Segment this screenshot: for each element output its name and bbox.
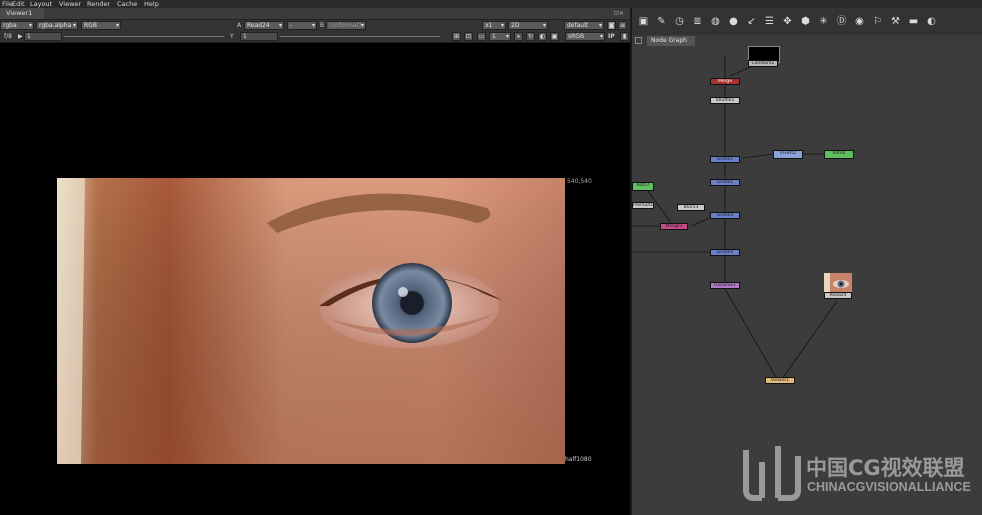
frame-dropdown[interactable]: 1: [489, 32, 511, 41]
menu-help[interactable]: Help: [144, 0, 159, 8]
lock-icon[interactable]: ◐: [538, 32, 547, 41]
view-mode-dropdown[interactable]: 2D: [508, 21, 548, 30]
pane-menu-icon[interactable]: [635, 37, 642, 44]
menu-edit[interactable]: Edit: [12, 0, 25, 8]
viewer-toolbar-top: rgba rgba.alpha RGB A Read24 - B (unform…: [0, 20, 630, 31]
gain-field[interactable]: 1: [24, 32, 62, 41]
colorspace-dropdown[interactable]: sRGB: [565, 32, 605, 41]
viewer-image: [57, 178, 565, 464]
refresh-icon[interactable]: ↻: [526, 32, 535, 41]
proxy-icon[interactable]: ▭: [477, 32, 486, 41]
deep-icon[interactable]: Ⓓ: [836, 16, 847, 27]
gain-slider[interactable]: [64, 36, 224, 37]
node-constant[interactable]: Constant2: [748, 60, 778, 67]
draw-icon[interactable]: ✎: [656, 16, 667, 27]
menu-layout[interactable]: Layout: [30, 0, 52, 8]
format-top-label: 540,540: [567, 178, 592, 185]
composite-mode-dropdown[interactable]: -: [287, 21, 317, 30]
viewer-tab-bar: [0, 8, 630, 20]
zoom-dropdown[interactable]: x1: [482, 21, 506, 30]
node-roto-right[interactable]: Roto6: [824, 150, 854, 159]
roi-icon[interactable]: ⊡: [464, 32, 473, 41]
layer-dropdown[interactable]: rgba.alpha: [36, 21, 78, 30]
viewer-toolbar-bottom: f/8 ▶ 1 Y 1 ⊞ ⊡ ▭ 1 ⏸ ↻ ◐ ▣ sRGB IP ▮: [0, 31, 630, 43]
watermark: 中国CG视效联盟 CHINACGVISIONALLIANCE: [740, 438, 980, 508]
menu-bar: File Edit Layout Viewer Render Cache Hel…: [0, 0, 982, 8]
pause-viewer-icon[interactable]: ▮: [620, 32, 629, 41]
node-grade4[interactable]: Grade4: [710, 249, 740, 256]
menu-cache[interactable]: Cache: [117, 0, 137, 8]
node-grade2[interactable]: Grade2: [710, 179, 740, 186]
node-grade3[interactable]: Grade3: [710, 212, 740, 219]
node-dissolve[interactable]: Dissolve1: [710, 282, 740, 289]
input-process-label[interactable]: IP: [608, 32, 615, 41]
other-icon[interactable]: ▬: [908, 16, 919, 27]
node-grade1[interactable]: Grade1: [710, 156, 740, 163]
b-input-label: B: [320, 22, 325, 29]
play-arrow-icon[interactable]: ▶: [18, 32, 23, 41]
b-input-dropdown[interactable]: (unformat): [326, 21, 366, 30]
metadata-icon[interactable]: ⚐: [872, 16, 883, 27]
gamma-label: Y: [230, 33, 234, 40]
tab-viewer1[interactable]: Viewer1: [0, 8, 44, 19]
node-merge-mid[interactable]: Merge3: [660, 223, 688, 230]
filter-icon[interactable]: ●: [728, 16, 739, 27]
toolsets-icon[interactable]: ⚒: [890, 16, 901, 27]
channel-icon[interactable]: ≣: [692, 16, 703, 27]
a-input-dropdown[interactable]: Read24: [244, 21, 284, 30]
read-node-thumbnail[interactable]: [824, 273, 852, 293]
node-invert[interactable]: Invert2: [773, 150, 803, 159]
menu-viewer[interactable]: Viewer: [59, 0, 81, 8]
furnace-icon[interactable]: ◐: [926, 16, 937, 27]
display-icon[interactable]: ▣: [550, 32, 559, 41]
a-input-label: A: [237, 22, 242, 29]
watermark-chinese-text: 中国CG视效联盟: [806, 456, 965, 480]
node-blur[interactable]: Blur13: [677, 204, 705, 211]
camera-icon[interactable]: ◙: [607, 21, 616, 30]
pause-icon[interactable]: ⏸: [514, 32, 523, 41]
fstop-label: f/8: [4, 33, 12, 40]
watermark-english-text: CHINACGVISIONALLIANCE: [807, 480, 971, 494]
settings-icon[interactable]: ≡: [618, 21, 627, 30]
watermark-logo-icon: [743, 446, 801, 501]
gamma-slider[interactable]: [280, 36, 440, 37]
menu-render[interactable]: Render: [87, 0, 110, 8]
transform-icon[interactable]: ✥: [782, 16, 793, 27]
particles-icon[interactable]: ✳: [818, 16, 829, 27]
image-icon[interactable]: ▣: [638, 16, 649, 27]
time-icon[interactable]: ◷: [674, 16, 685, 27]
clip-warning-icon[interactable]: ⊞: [452, 32, 461, 41]
lut-dropdown[interactable]: default: [564, 21, 604, 30]
panel-close-icon[interactable]: ⊡✕: [614, 9, 628, 18]
color-icon[interactable]: ◍: [710, 16, 721, 27]
display-channels-dropdown[interactable]: RGB: [81, 21, 121, 30]
node-shuffle[interactable]: Shuffle5: [710, 97, 740, 104]
node-viewer[interactable]: Viewer1: [765, 377, 795, 384]
gamma-field[interactable]: 1: [240, 32, 278, 41]
views-icon[interactable]: ◉: [854, 16, 865, 27]
node-premult[interactable]: Premult1: [632, 202, 654, 209]
merge-icon[interactable]: ☰: [764, 16, 775, 27]
keyer-icon[interactable]: ↙: [746, 16, 757, 27]
node-read[interactable]: Read24: [824, 292, 852, 299]
format-bottom-label: half1080: [565, 456, 592, 463]
tab-node-graph[interactable]: Node Graph: [647, 36, 695, 46]
node-roto-left[interactable]: Roto7: [632, 182, 654, 191]
nodes-toolbar: ▣ ✎ ◷ ≣ ◍ ● ↙ ☰ ✥ ⬢ ✳ Ⓓ ◉ ⚐ ⚒ ▬ ◐: [632, 8, 982, 35]
3d-icon[interactable]: ⬢: [800, 16, 811, 27]
node-merge-top[interactable]: Merge: [710, 78, 740, 85]
channels-dropdown[interactable]: rgba: [0, 21, 34, 30]
